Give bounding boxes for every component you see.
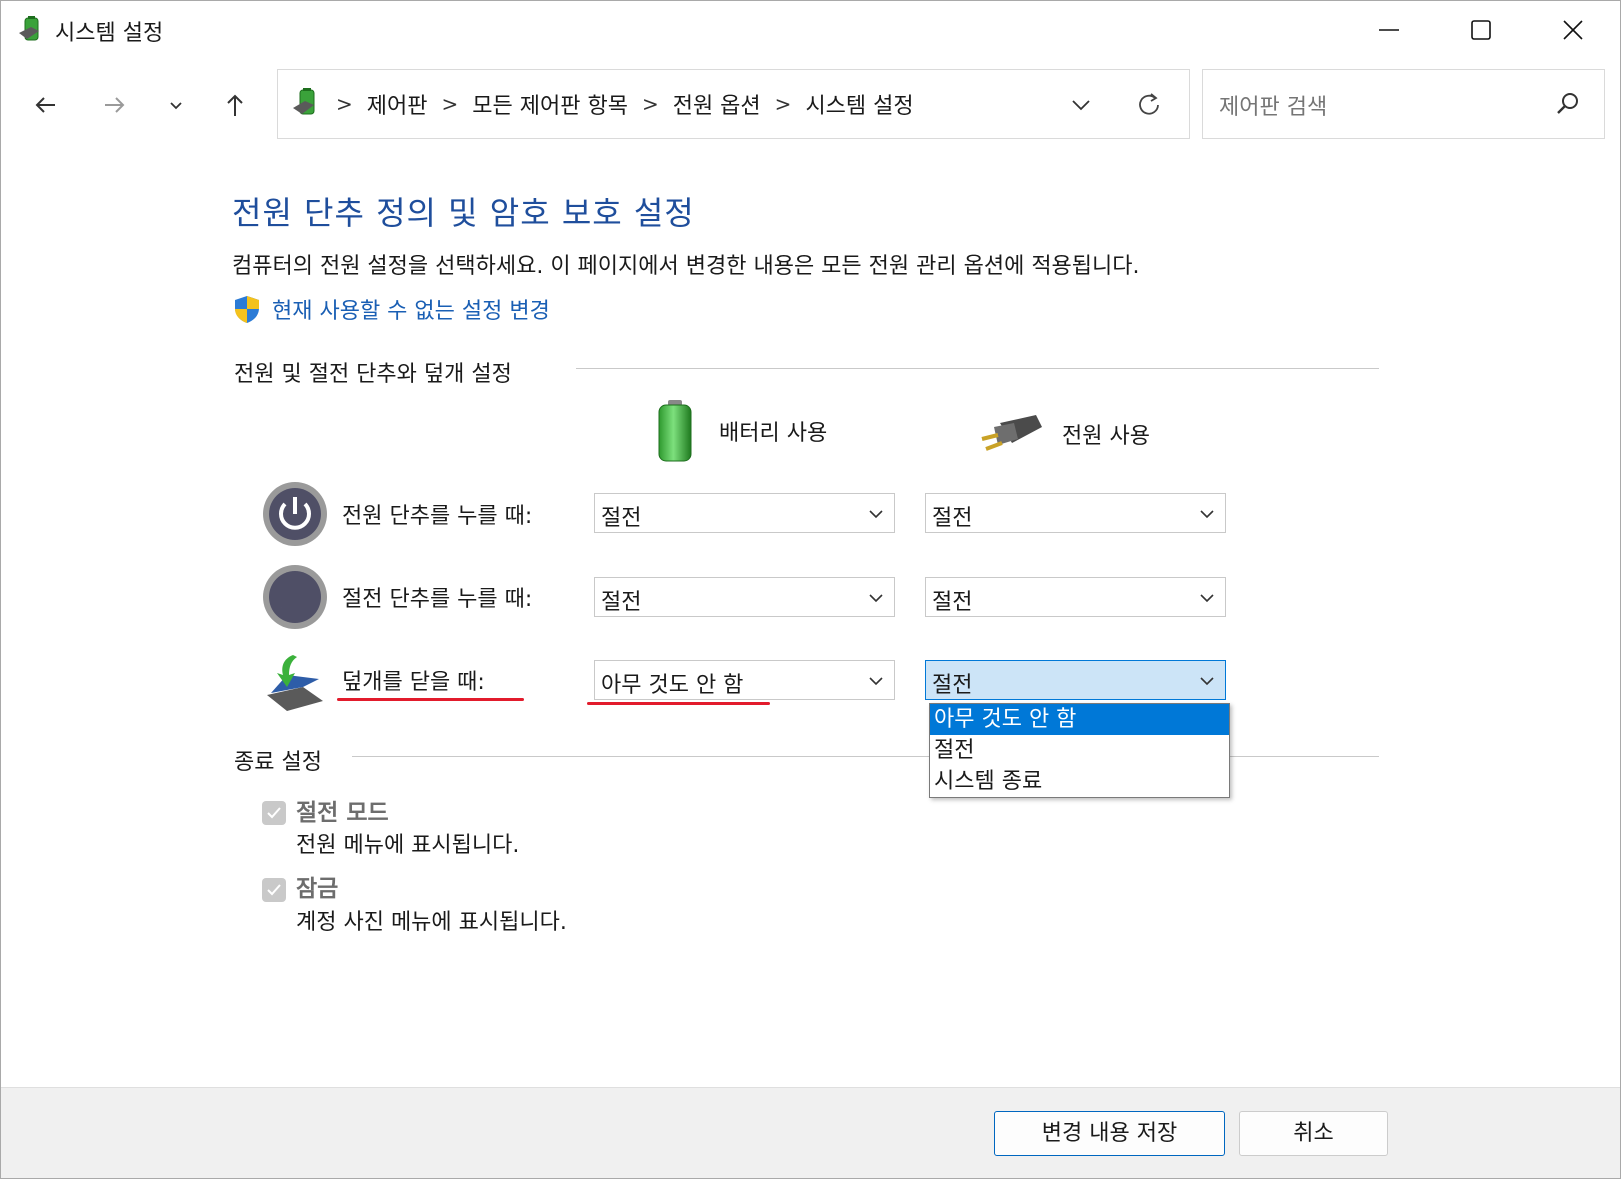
minimize-icon <box>1379 29 1399 31</box>
change-unavailable-settings-label[interactable]: 현재 사용할 수 없는 설정 변경 <box>272 293 550 325</box>
chevron-down-icon <box>869 677 883 686</box>
battery-column-label: 배터리 사용 <box>719 421 828 446</box>
annotation-underline <box>337 698 524 701</box>
up-arrow-icon <box>227 94 243 116</box>
back-button[interactable] <box>24 83 68 127</box>
power-button-icon <box>263 482 327 546</box>
address-bar[interactable]: > 제어판 > 모든 제어판 항목 > 전원 옵션 > 시스템 설정 <box>277 69 1190 139</box>
footer-bar: 변경 내용 저장 취소 <box>1 1087 1620 1178</box>
plugged-in-column-label: 전원 사용 <box>1062 424 1150 449</box>
search-box[interactable]: 제어판 검색 <box>1202 69 1605 139</box>
close-icon <box>1563 20 1583 40</box>
checkmark-icon <box>267 807 281 819</box>
chevron-down-icon <box>1200 594 1214 603</box>
chevron-down-icon <box>1200 677 1214 686</box>
window: 시스템 설정 > 제어판 > 모든 제어판 항목 > 전원 옵션 > 시스템 설… <box>0 0 1621 1179</box>
sleep-button-battery-select[interactable]: 절전 <box>594 577 895 617</box>
select-value: 절전 <box>601 506 642 531</box>
battery-icon <box>658 400 692 462</box>
laptop-lid-icon <box>267 655 323 711</box>
sleep-button-plugged-select[interactable]: 절전 <box>925 577 1226 617</box>
save-changes-button[interactable]: 변경 내용 저장 <box>994 1111 1225 1156</box>
cancel-button[interactable]: 취소 <box>1239 1111 1388 1156</box>
window-title: 시스템 설정 <box>55 21 164 46</box>
breadcrumb-separator: > <box>336 92 353 116</box>
select-value: 절전 <box>932 590 973 615</box>
search-icon[interactable] <box>1554 90 1582 118</box>
shutdown-section-heading: 종료 설정 <box>234 750 322 775</box>
change-unavailable-settings-link[interactable]: 현재 사용할 수 없는 설정 변경 <box>232 293 550 325</box>
breadcrumb: > 제어판 > 모든 제어판 항목 > 전원 옵션 > 시스템 설정 <box>336 88 914 120</box>
chevron-down-icon <box>1200 510 1214 519</box>
dropdown-option-do-nothing[interactable]: 아무 것도 안 함 <box>930 704 1229 735</box>
close-button[interactable] <box>1528 1 1620 61</box>
lock-checkbox[interactable] <box>262 878 286 902</box>
sleep-button-label: 절전 단추를 누를 때: <box>342 587 533 612</box>
recent-locations-chevron-icon <box>170 102 182 110</box>
breadcrumb-power-options[interactable]: 전원 옵션 <box>673 88 761 120</box>
power-button-plugged-select[interactable]: 절전 <box>925 493 1226 533</box>
uac-shield-icon <box>235 296 259 323</box>
dropdown-option-shutdown[interactable]: 시스템 종료 <box>930 766 1229 797</box>
breadcrumb-control-panel[interactable]: 제어판 <box>367 88 428 120</box>
sleep-mode-checkbox[interactable] <box>262 801 286 825</box>
chevron-down-icon <box>869 510 883 519</box>
select-value: 절전 <box>932 506 973 531</box>
lid-close-battery-select[interactable]: 아무 것도 안 함 <box>594 660 895 700</box>
back-arrow-icon <box>35 97 55 113</box>
lock-description: 계정 사진 메뉴에 표시됩니다. <box>296 910 567 935</box>
chevron-down-icon <box>869 594 883 603</box>
up-button[interactable] <box>213 83 257 127</box>
recent-locations-button[interactable] <box>154 83 198 127</box>
forward-button[interactable] <box>92 83 136 127</box>
refresh-icon[interactable] <box>1134 90 1164 120</box>
dropdown-option-sleep[interactable]: 절전 <box>930 735 1229 766</box>
power-button-label: 전원 단추를 누를 때: <box>342 504 533 529</box>
minimize-button[interactable] <box>1344 1 1436 61</box>
sleep-button-icon <box>263 565 327 629</box>
sleep-mode-title: 절전 모드 <box>296 800 389 826</box>
lid-close-label: 덮개를 닫을 때: <box>342 670 485 695</box>
breadcrumb-all-items[interactable]: 모든 제어판 항목 <box>472 88 628 120</box>
lid-close-plugged-dropdown-list: 아무 것도 안 함 절전 시스템 종료 <box>929 703 1230 798</box>
maximize-button[interactable] <box>1436 1 1528 61</box>
checkmark-icon <box>267 884 281 896</box>
power-options-address-icon <box>293 88 315 115</box>
breadcrumb-separator: > <box>641 92 659 116</box>
page-title: 전원 단추 정의 및 암호 보호 설정 <box>232 194 695 232</box>
battery-column-header: 배터리 사용 <box>653 399 827 463</box>
select-value: 절전 <box>932 673 973 698</box>
power-section-divider <box>576 368 1379 369</box>
power-plug-icon <box>981 415 1042 451</box>
forward-arrow-icon <box>105 97 125 113</box>
search-input[interactable]: 제어판 검색 <box>1219 89 1327 121</box>
plugged-in-column-header: 전원 사용 <box>976 413 1150 455</box>
title-bar: 시스템 설정 <box>1 1 1620 61</box>
sleep-mode-description: 전원 메뉴에 표시됩니다. <box>296 833 520 858</box>
breadcrumb-separator: > <box>774 92 792 116</box>
maximize-icon <box>1471 20 1491 40</box>
select-value: 아무 것도 안 함 <box>601 673 744 698</box>
address-dropdown-icon[interactable] <box>1066 90 1096 120</box>
breadcrumb-system-settings[interactable]: 시스템 설정 <box>805 88 913 120</box>
power-button-battery-select[interactable]: 절전 <box>594 493 895 533</box>
select-value: 절전 <box>601 590 642 615</box>
power-section-heading: 전원 및 절전 단추와 덮개 설정 <box>234 362 512 387</box>
power-options-app-icon <box>19 16 39 41</box>
page-description: 컴퓨터의 전원 설정을 선택하세요. 이 페이지에서 변경한 내용은 모든 전원… <box>232 254 1140 279</box>
annotation-underline <box>587 702 770 705</box>
breadcrumb-separator: > <box>441 92 459 116</box>
lock-title: 잠금 <box>296 876 339 902</box>
lid-close-plugged-select[interactable]: 절전 <box>925 660 1226 700</box>
